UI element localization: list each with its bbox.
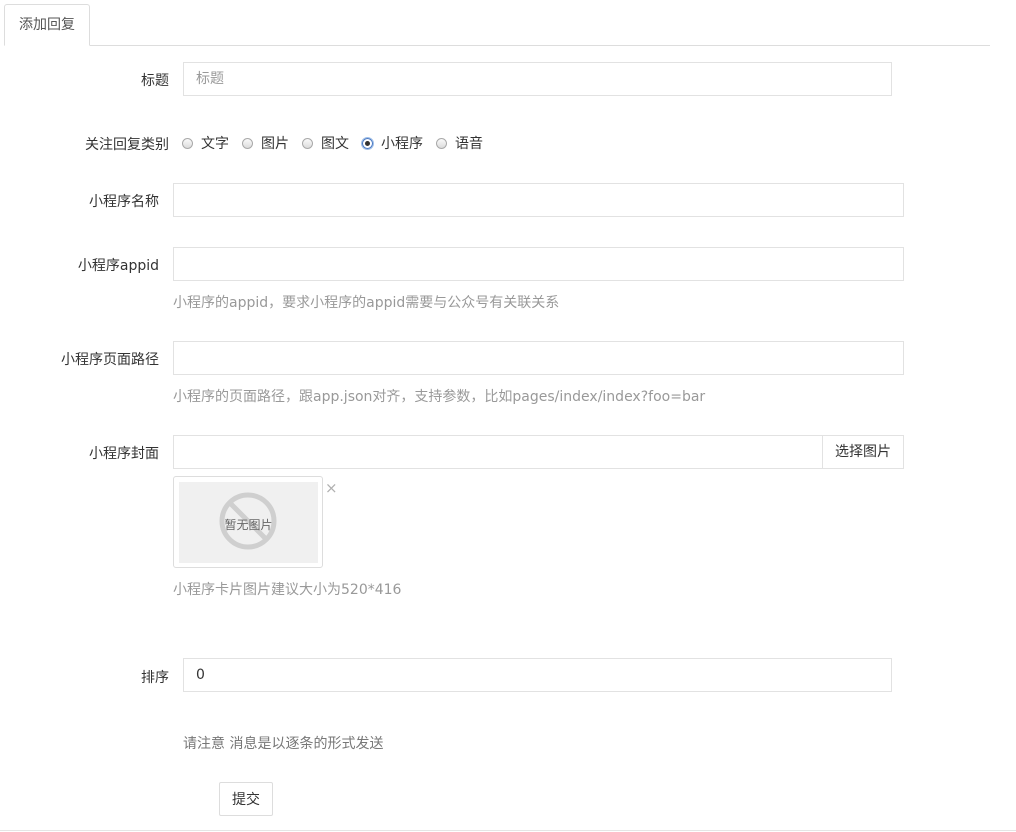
radio-option-text[interactable]: 文字 bbox=[182, 133, 229, 153]
radio-label: 文字 bbox=[201, 136, 229, 152]
no-image-text: 暂无图片 bbox=[224, 518, 273, 532]
radio-option-miniprogram[interactable]: 小程序 bbox=[361, 133, 423, 153]
mp-cover-help: 小程序卡片图片建议大小为520*416 bbox=[173, 582, 402, 598]
mp-appid-help: 小程序的appid，要求小程序的appid需要与公众号有关联关系 bbox=[173, 295, 560, 311]
tab-bar: 添加回复 bbox=[4, 4, 990, 46]
thumbnail-placeholder: 暂无图片 bbox=[179, 482, 318, 563]
sort-label: 排序 bbox=[141, 670, 169, 686]
tab-add-reply[interactable]: 添加回复 bbox=[4, 4, 90, 46]
send-note: 请注意 消息是以逐条的形式发送 bbox=[183, 736, 384, 752]
radio-label: 小程序 bbox=[381, 136, 423, 152]
mp-name-label: 小程序名称 bbox=[89, 194, 159, 210]
reply-type-label: 关注回复类别 bbox=[85, 137, 169, 153]
title-label: 标题 bbox=[141, 73, 169, 89]
bottom-divider bbox=[0, 830, 1016, 831]
mp-name-input[interactable] bbox=[173, 183, 904, 217]
radio-option-voice[interactable]: 语音 bbox=[436, 133, 483, 153]
title-input[interactable] bbox=[183, 62, 892, 96]
radio-label: 图片 bbox=[261, 136, 289, 152]
reply-type-radio-group: 文字 图片 图文 小程序 语音 bbox=[182, 133, 496, 153]
submit-button[interactable]: 提交 bbox=[219, 782, 273, 816]
cover-thumbnail: 暂无图片 bbox=[173, 476, 323, 568]
mp-path-input[interactable] bbox=[173, 341, 904, 375]
radio-label: 语音 bbox=[455, 136, 483, 152]
choose-image-button[interactable]: 选择图片 bbox=[823, 435, 904, 469]
radio-label: 图文 bbox=[321, 136, 349, 152]
sort-input[interactable] bbox=[183, 658, 892, 692]
mp-appid-label: 小程序appid bbox=[77, 258, 159, 274]
radio-circle[interactable] bbox=[436, 137, 447, 149]
radio-option-image[interactable]: 图片 bbox=[242, 133, 289, 153]
mp-path-label: 小程序页面路径 bbox=[61, 352, 159, 368]
mp-cover-input[interactable] bbox=[173, 435, 823, 469]
radio-circle[interactable] bbox=[242, 137, 253, 149]
radio-circle[interactable] bbox=[182, 137, 193, 149]
radio-circle-checked[interactable] bbox=[361, 136, 374, 150]
mp-path-help: 小程序的页面路径，跟app.json对齐，支持参数，比如pages/index/… bbox=[173, 389, 706, 405]
radio-option-news[interactable]: 图文 bbox=[302, 133, 349, 153]
mp-appid-input[interactable] bbox=[173, 247, 904, 281]
radio-circle[interactable] bbox=[302, 137, 313, 149]
close-icon[interactable]: × bbox=[325, 480, 338, 496]
mp-cover-label: 小程序封面 bbox=[89, 446, 159, 462]
